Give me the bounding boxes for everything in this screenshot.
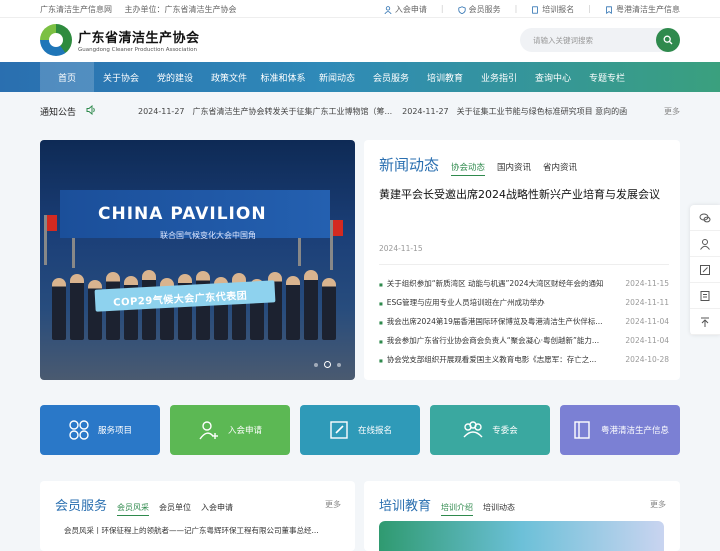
grid-icon xyxy=(69,420,89,440)
top-bar: 广东清洁生产信息网 主办单位：广东省清洁生产协会 入会申请 | 会员服务 | 培… xyxy=(0,0,720,18)
notice-bar: 通知公告 2024-11-27 广东省清洁生产协会转发关于征集广东工业博物馆（筹.… xyxy=(0,92,720,130)
nav-guide[interactable]: 业务指引 xyxy=(472,62,526,92)
side-toolbar xyxy=(690,205,720,335)
training-more-link[interactable]: 更多 xyxy=(650,499,666,510)
chat-icon xyxy=(699,213,711,222)
logo-emblem xyxy=(40,24,72,56)
logo-subtitle: Guangdong Cleaner Production Association xyxy=(78,47,198,53)
list-item[interactable]: 我会出席2024第19届香港国际环保博览及粤港清洁生产伙伴标...2024-11… xyxy=(379,312,669,331)
nav-party[interactable]: 党的建设 xyxy=(148,62,202,92)
notice-item[interactable]: 2024-11-27 广东省清洁生产协会转发关于征集广东工业博物馆（筹... xyxy=(138,106,392,117)
tab-domestic-news[interactable]: 国内资讯 xyxy=(497,161,531,173)
search-box[interactable]: 请输入关键词搜索 xyxy=(520,28,680,52)
news-headline[interactable]: 黄建平会长受邀出席2024战略性新兴产业培育与发展会议 xyxy=(379,186,660,202)
list-item[interactable]: 我会参加广东省行业协会商会负责人“聚会凝心·粤创越新”能力...2024-11-… xyxy=(379,331,669,350)
news-title: 新闻动态 xyxy=(379,156,440,174)
document-icon xyxy=(700,290,710,301)
carousel-dots xyxy=(314,361,341,368)
top-link-hk[interactable]: 粤港清洁生产信息 xyxy=(605,4,680,15)
banner-carousel[interactable]: CHINA PAVILION 联合国气候变化大会中国角 COP29气候大会广东代… xyxy=(40,140,355,380)
edit-icon xyxy=(330,421,348,439)
tab-member-join[interactable]: 入会申请 xyxy=(201,502,233,513)
search-icon xyxy=(663,35,673,45)
nav-about[interactable]: 关于协会 xyxy=(94,62,148,92)
nav-news[interactable]: 新闻动态 xyxy=(310,62,364,92)
pavilion-title: CHINA PAVILION xyxy=(98,204,267,224)
nav-home[interactable]: 首页 xyxy=(40,62,94,92)
tab-member-units[interactable]: 会员单位 xyxy=(159,502,191,513)
nav-member[interactable]: 会员服务 xyxy=(364,62,418,92)
top-link-training[interactable]: 培训报名 xyxy=(531,4,574,15)
tab-member-showcase[interactable]: 会员风采 xyxy=(117,502,150,516)
news-list: 关于组织参加“新质湾区 动能与机遇”2024大湾区财经年会的通知2024-11-… xyxy=(379,274,669,369)
tab-association-news[interactable]: 协会动态 xyxy=(451,161,486,176)
training-section: 培训教育 培训介绍 培训动态 更多 xyxy=(364,481,680,551)
divider xyxy=(379,264,669,265)
bookmark-icon xyxy=(606,5,612,14)
list-item[interactable]: 关于组织参加“新质湾区 动能与机遇”2024大湾区财经年会的通知2024-11-… xyxy=(379,274,669,293)
back-to-top-button[interactable] xyxy=(690,309,720,335)
group-icon xyxy=(463,421,483,438)
member-title: 会员服务 xyxy=(55,499,108,514)
notice-item[interactable]: 2024-11-27 关于征集工业节能与绿色标准研究项目 意向的函 xyxy=(402,106,627,117)
nav-policy[interactable]: 政策文件 xyxy=(202,62,256,92)
site-header: 广东省清洁生产协会 Guangdong Cleaner Production A… xyxy=(0,18,720,62)
list-item[interactable]: ESG管理与应用专业人员培训班在广州成功举办2024-11-11 xyxy=(379,293,669,312)
nav-topics[interactable]: 专题专栏 xyxy=(580,62,634,92)
speaker-icon xyxy=(86,105,95,115)
member-section: 会员服务 会员风采 会员单位 入会申请 更多 会员风采丨环保征程上的领航者——记… xyxy=(40,481,355,551)
nav-standards[interactable]: 标准和体系 xyxy=(256,62,310,92)
side-user-button[interactable] xyxy=(690,231,720,257)
nav-training[interactable]: 培训教育 xyxy=(418,62,472,92)
member-more-link[interactable]: 更多 xyxy=(325,499,341,510)
pavilion-subtitle: 联合国气候变化大会中国角 xyxy=(160,231,256,240)
user-add-icon xyxy=(199,421,218,440)
flag-decoration xyxy=(44,215,57,265)
carousel-dot[interactable] xyxy=(314,362,318,367)
notice-title: 通知公告 xyxy=(40,108,77,118)
site-name[interactable]: 广东清洁生产信息网 xyxy=(40,5,112,14)
training-image[interactable] xyxy=(379,521,664,551)
carousel-dot-active[interactable] xyxy=(324,361,331,368)
news-panel: 新闻动态 协会动态 国内资讯 省内资讯 黄建平会长受邀出席2024战略性新兴产业… xyxy=(364,140,680,380)
training-title: 培训教育 xyxy=(379,499,432,514)
notice-more-link[interactable]: 更多 xyxy=(664,106,680,117)
site-logo[interactable]: 广东省清洁生产协会 Guangdong Cleaner Production A… xyxy=(40,24,200,56)
top-link-member[interactable]: 会员服务 xyxy=(457,4,501,15)
pavilion-wall: CHINA PAVILION 联合国气候变化大会中国角 xyxy=(60,190,330,240)
search-button[interactable] xyxy=(656,28,680,52)
logo-title: 广东省清洁生产协会 xyxy=(78,31,200,46)
quick-link-committee[interactable]: 专委会 xyxy=(430,405,550,455)
news-headline-date: 2024-11-15 xyxy=(379,244,423,253)
edit-icon xyxy=(700,264,710,275)
document-icon xyxy=(532,5,539,14)
quick-link-services[interactable]: 服务项目 xyxy=(40,405,160,455)
tab-training-intro[interactable]: 培训介绍 xyxy=(441,502,474,516)
quick-links: 服务项目 入会申请 在线报名 专委会 粤港清洁生产信息 xyxy=(40,405,680,455)
top-link-join[interactable]: 入会申请 xyxy=(384,4,427,15)
carousel-dot[interactable] xyxy=(337,362,341,367)
tab-provincial-news[interactable]: 省内资讯 xyxy=(543,161,577,173)
sponsor-text: 主办单位：广东省清洁生产协会 xyxy=(124,5,237,14)
side-wechat-button[interactable] xyxy=(690,205,720,231)
quick-link-register[interactable]: 在线报名 xyxy=(300,405,420,455)
quick-link-join[interactable]: 入会申请 xyxy=(170,405,290,455)
quick-link-hk-info[interactable]: 粤港清洁生产信息 xyxy=(560,405,680,455)
side-edit-button[interactable] xyxy=(690,257,720,283)
arrow-up-icon xyxy=(701,317,709,327)
book-icon xyxy=(574,421,590,439)
list-item[interactable]: 会员风采丨环保征程上的领航者——记广东粤辉环保工程有限公司董事总经... xyxy=(64,525,319,536)
shield-icon xyxy=(457,5,466,14)
main-nav: 首页 关于协会 党的建设 政策文件 标准和体系 新闻动态 会员服务 培训教育 业… xyxy=(0,62,720,92)
search-input[interactable]: 请输入关键词搜索 xyxy=(533,35,593,46)
side-doc-button[interactable] xyxy=(690,283,720,309)
user-icon xyxy=(700,238,710,250)
user-icon xyxy=(384,5,392,14)
nav-query[interactable]: 查询中心 xyxy=(526,62,580,92)
tab-training-news[interactable]: 培训动态 xyxy=(483,502,515,513)
list-item[interactable]: 协会党支部组织开展观看爱国主义教育电影《志愿军：存亡之...2024-10-28 xyxy=(379,350,669,369)
